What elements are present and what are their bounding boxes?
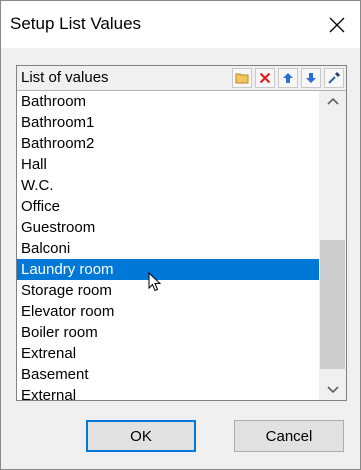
list-header-label: List of values: [21, 69, 109, 86]
delete-button[interactable]: [255, 68, 275, 88]
list-item[interactable]: Bathroom: [17, 91, 319, 112]
move-down-icon: [306, 73, 316, 83]
list-item[interactable]: Elevator room: [17, 301, 319, 322]
dialog-title: Setup List Values: [10, 14, 142, 33]
title-bar: Setup List Values: [1, 1, 360, 48]
list-item[interactable]: Hall: [17, 154, 319, 175]
list-item[interactable]: Office: [17, 196, 319, 217]
scroll-up-button[interactable]: [319, 91, 346, 111]
list-item[interactable]: Storage room: [17, 280, 319, 301]
delete-icon: [259, 72, 271, 84]
list-panel: List of values Bathroom Bathroom1 Bathro…: [16, 65, 347, 401]
move-up-button[interactable]: [278, 68, 298, 88]
move-up-icon: [283, 73, 293, 83]
cancel-button[interactable]: Cancel: [234, 420, 344, 452]
vertical-scrollbar[interactable]: [319, 91, 346, 400]
close-button[interactable]: [314, 1, 360, 48]
list-item[interactable]: Bathroom2: [17, 133, 319, 154]
picker-button[interactable]: [324, 68, 344, 88]
chevron-up-icon: [326, 97, 339, 105]
values-list[interactable]: Bathroom Bathroom1 Bathroom2 Hall W.C. Office…: [17, 91, 319, 400]
list-item[interactable]: Guestroom: [17, 217, 319, 238]
ok-button[interactable]: OK: [86, 420, 196, 452]
close-icon: [329, 17, 345, 32]
chevron-down-icon: [326, 386, 339, 394]
picker-icon: [328, 72, 340, 84]
list-item[interactable]: W.C.: [17, 175, 319, 196]
setup-list-values-dialog: Setup List Values List of values Bathroo…: [0, 0, 361, 470]
list-item[interactable]: External: [17, 385, 319, 400]
list-item[interactable]: Laundry room: [17, 259, 319, 280]
list-panel-header: List of values: [17, 66, 346, 91]
folder-icon: [235, 73, 249, 84]
scroll-down-button[interactable]: [319, 380, 346, 400]
list-item[interactable]: Basement: [17, 364, 319, 385]
list-item[interactable]: Bathroom1: [17, 112, 319, 133]
move-down-button[interactable]: [301, 68, 321, 88]
list-item[interactable]: Balconi: [17, 238, 319, 259]
scroll-thumb[interactable]: [320, 240, 345, 370]
list-item[interactable]: Extrenal: [17, 343, 319, 364]
list-item[interactable]: Boiler room: [17, 322, 319, 343]
add-button[interactable]: [232, 68, 252, 88]
